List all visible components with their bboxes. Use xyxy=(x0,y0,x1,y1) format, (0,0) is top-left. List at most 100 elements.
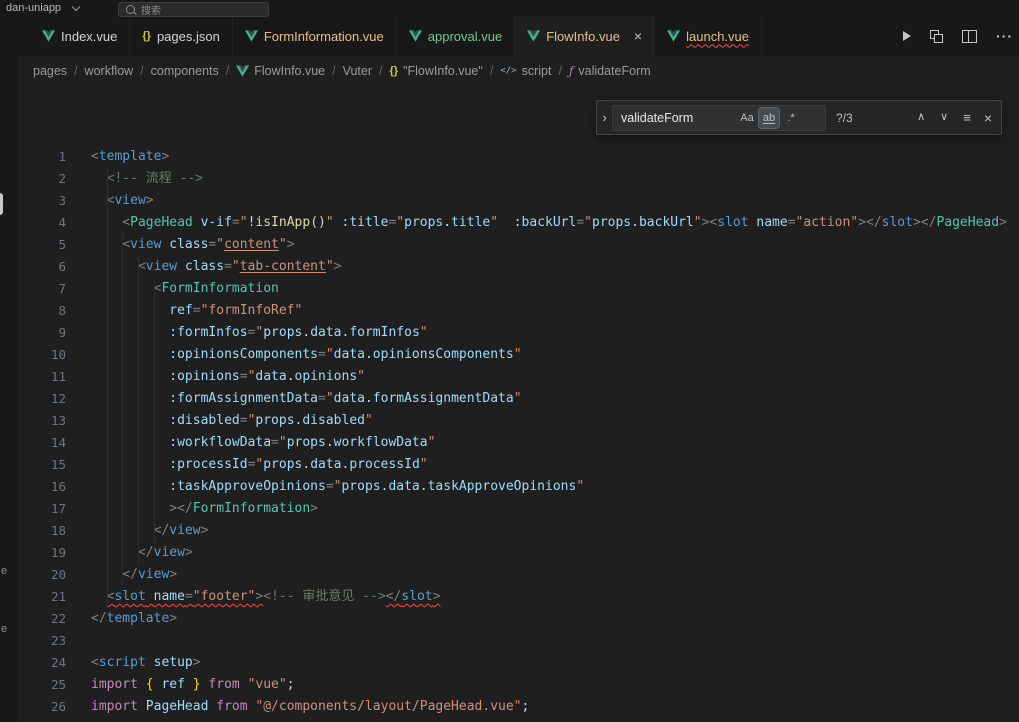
code-line[interactable]: 6 <view class="tab-content"> xyxy=(18,256,1019,278)
breadcrumb-item-FlowInfo.vue[interactable]: FlowInfo.vue xyxy=(236,64,325,78)
code-line[interactable]: 13 :disabled="props.disabled" xyxy=(18,410,1019,432)
line-number: 21 xyxy=(18,586,66,608)
find-widget: › Aa ab .* ?/3 ∧ ∨ ≡ × xyxy=(596,100,1002,135)
line-number: 4 xyxy=(18,212,66,234)
line-number: 17 xyxy=(18,498,66,520)
breadcrumb-item-components[interactable]: components xyxy=(151,64,219,78)
code-line[interactable]: 11 :opinions="data.opinions" xyxy=(18,366,1019,388)
title-bar: dan-uniapp 搜索 xyxy=(0,0,1019,16)
code-line[interactable]: 22</template> xyxy=(18,608,1019,630)
close-icon[interactable]: × xyxy=(984,111,992,125)
tab-Index.vue[interactable]: Index.vue xyxy=(30,16,130,56)
code-area[interactable]: 1 <template>2 <!-- 流程 -->3 <view>4 <PageH… xyxy=(18,86,1019,718)
match-case-toggle[interactable]: Aa xyxy=(737,108,757,128)
code-line[interactable]: 9 :formInfos="props.data.formInfos" xyxy=(18,322,1019,344)
code-line[interactable]: 5 <view class="content"> xyxy=(18,234,1019,256)
line-number: 25 xyxy=(18,674,66,696)
code-line[interactable]: 2 <!-- 流程 --> xyxy=(18,168,1019,190)
chevron-down-icon xyxy=(72,2,80,10)
line-number: 14 xyxy=(18,432,66,454)
code-line-text: <view> xyxy=(91,190,154,212)
vue-file-icon xyxy=(527,30,540,42)
code-line[interactable]: 24 <script setup> xyxy=(18,652,1019,674)
vue-file-icon xyxy=(667,30,680,42)
code-line[interactable]: 26import PageHead from "@/components/lay… xyxy=(18,696,1019,718)
line-number: 1 xyxy=(18,146,66,168)
close-icon[interactable]: × xyxy=(634,29,642,43)
code-line[interactable]: 15 :processId="props.data.processId" xyxy=(18,454,1019,476)
find-input-box: Aa ab .* xyxy=(612,105,826,131)
find-in-selection-icon[interactable]: ≡ xyxy=(963,111,971,124)
line-number: 15 xyxy=(18,454,66,476)
global-search-box[interactable]: 搜索 xyxy=(118,2,269,17)
breadcrumb-separator: / xyxy=(74,64,77,78)
more-actions-icon[interactable]: ··· xyxy=(996,28,1013,44)
editor-actions: ··· xyxy=(903,16,1019,56)
code-line[interactable]: 18 </view> xyxy=(18,520,1019,542)
next-match-icon[interactable]: ∨ xyxy=(940,112,948,123)
breadcrumb-item-validateForm[interactable]: ƒvalidateForm xyxy=(569,64,651,78)
line-number: 7 xyxy=(18,278,66,300)
braces-icon: {} xyxy=(390,65,399,77)
code-line[interactable]: 21 <slot name="footer"><!-- 审批意见 --></sl… xyxy=(18,586,1019,608)
breadcrumb-separator: / xyxy=(332,64,335,78)
line-number: 13 xyxy=(18,410,66,432)
find-match-count: ?/3 xyxy=(836,111,853,125)
line-number: 10 xyxy=(18,344,66,366)
code-line-text: :formAssignmentData="data.formAssignment… xyxy=(91,388,522,410)
tab-label: FlowInfo.vue xyxy=(546,29,620,44)
breadcrumb-item-FlowInfo.vue[interactable]: {}"FlowInfo.vue" xyxy=(390,64,483,78)
code-line[interactable]: 25import { ref } from "vue"; xyxy=(18,674,1019,696)
open-changes-icon[interactable] xyxy=(930,30,943,43)
breadcrumb-item-script[interactable]: </>script xyxy=(500,64,551,78)
whole-word-toggle[interactable]: ab xyxy=(759,108,779,128)
code-line[interactable]: 16 :taskApproveOpinions="props.data.task… xyxy=(18,476,1019,498)
code-line-text: <PageHead v-if="!isInApp()" :title="prop… xyxy=(91,212,1007,234)
line-number: 26 xyxy=(18,696,66,718)
vue-file-icon xyxy=(245,30,258,42)
split-editor-icon[interactable] xyxy=(962,30,977,43)
code-line[interactable]: 10 :opinionsComponents="data.opinionsCom… xyxy=(18,344,1019,366)
editor-pane: 1 <template>2 <!-- 流程 -->3 <view>4 <PageH… xyxy=(18,86,1019,722)
code-line-text: </template> xyxy=(91,608,177,630)
toggle-replace-icon[interactable]: › xyxy=(597,101,612,134)
run-icon[interactable] xyxy=(903,31,911,41)
code-line[interactable]: 7 <FormInformation xyxy=(18,278,1019,300)
json-file-icon: {} xyxy=(142,30,151,42)
code-line-text: :formInfos="props.data.formInfos" xyxy=(91,322,428,344)
code-line[interactable]: 4 <PageHead v-if="!isInApp()" :title="pr… xyxy=(18,212,1019,234)
indent-guide xyxy=(122,234,123,586)
clipped-sidebar-text: e xyxy=(1,623,7,635)
code-line[interactable]: 19 </view> xyxy=(18,542,1019,564)
code-line[interactable]: 8 ref="formInfoRef" xyxy=(18,300,1019,322)
code-line[interactable]: 14 :workflowData="props.workflowData" xyxy=(18,432,1019,454)
breadcrumb: pages/workflow/components/FlowInfo.vue/V… xyxy=(18,56,1019,86)
breadcrumb-label: pages xyxy=(33,64,67,78)
previous-match-icon[interactable]: ∧ xyxy=(917,112,925,123)
indent-guide xyxy=(154,278,155,542)
code-line[interactable]: 23 xyxy=(18,630,1019,652)
workspace-name[interactable]: dan-uniapp xyxy=(6,2,61,14)
breadcrumb-item-workflow[interactable]: workflow xyxy=(85,64,134,78)
tab-pages.json[interactable]: {}pages.json xyxy=(130,16,232,56)
breadcrumb-item-pages[interactable]: pages xyxy=(33,64,67,78)
code-line[interactable]: 1 <template> xyxy=(18,146,1019,168)
regex-toggle[interactable]: .* xyxy=(781,108,801,128)
code-line[interactable]: 3 <view> xyxy=(18,190,1019,212)
breadcrumb-label: Vuter xyxy=(343,64,372,78)
breadcrumb-item-Vuter[interactable]: Vuter xyxy=(343,64,372,78)
code-line[interactable]: 12 :formAssignmentData="data.formAssignm… xyxy=(18,388,1019,410)
active-item-indicator xyxy=(0,193,3,215)
find-input[interactable] xyxy=(613,111,737,125)
tab-FormInformation.vue[interactable]: FormInformation.vue xyxy=(233,16,397,56)
indent-guide xyxy=(107,168,108,608)
code-line[interactable]: 17 ></FormInformation> xyxy=(18,498,1019,520)
code-line-text: <script setup> xyxy=(91,652,201,674)
line-number: 24 xyxy=(18,652,66,674)
code-line-text: <template> xyxy=(91,146,169,168)
code-line[interactable]: 20 </view> xyxy=(18,564,1019,586)
tab-FlowInfo.vue[interactable]: FlowInfo.vue × xyxy=(515,16,655,56)
tab-approval.vue[interactable]: approval.vue xyxy=(397,16,515,56)
code-line-text: </view> xyxy=(91,520,208,542)
tab-launch.vue[interactable]: launch.vue xyxy=(655,16,762,56)
